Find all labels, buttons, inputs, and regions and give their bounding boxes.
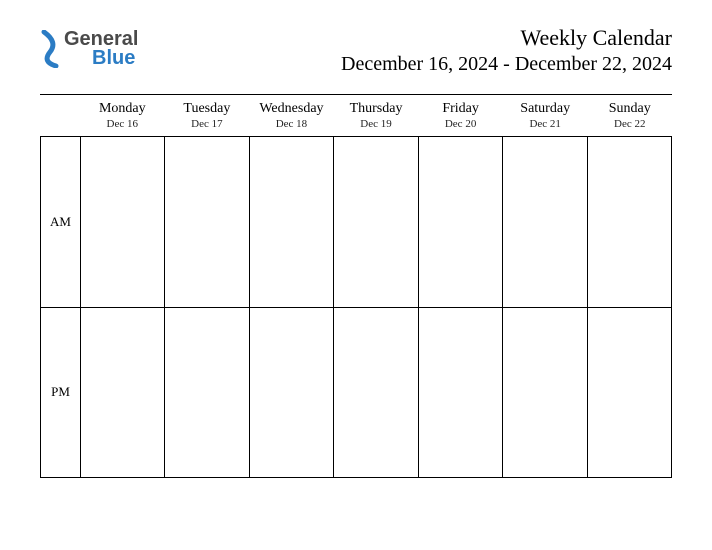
calendar-cell[interactable]	[164, 307, 248, 477]
day-header: Tuesday Dec 17	[165, 101, 250, 130]
calendar-cell[interactable]	[502, 137, 586, 307]
day-name: Thursday	[334, 101, 419, 117]
calendar-cell[interactable]	[587, 307, 671, 477]
row-label-pm: PM	[41, 307, 80, 478]
top-rule	[40, 94, 672, 95]
calendar-cell[interactable]	[164, 137, 248, 307]
calendar-cell[interactable]	[333, 307, 417, 477]
row-labels: AM PM	[40, 137, 80, 478]
day-date: Dec 19	[334, 118, 419, 130]
day-name: Monday	[80, 101, 165, 117]
day-name: Sunday	[587, 101, 672, 117]
calendar-cell[interactable]	[418, 307, 502, 477]
logo-word-blue: Blue	[64, 49, 138, 68]
logo-text: General Blue	[64, 30, 138, 68]
day-date: Dec 22	[587, 118, 672, 130]
day-header: Friday Dec 20	[418, 101, 503, 130]
day-header: Thursday Dec 19	[334, 101, 419, 130]
logo: General Blue	[40, 30, 138, 68]
row-label-am: AM	[41, 137, 80, 307]
calendar-cell[interactable]	[80, 137, 164, 307]
calendar-cell[interactable]	[249, 137, 333, 307]
calendar-cell[interactable]	[502, 307, 586, 477]
day-date: Dec 16	[80, 118, 165, 130]
day-header: Wednesday Dec 18	[249, 101, 334, 130]
day-header-row: Monday Dec 16 Tuesday Dec 17 Wednesday D…	[40, 101, 672, 130]
day-name: Wednesday	[249, 101, 334, 117]
day-header: Saturday Dec 21	[503, 101, 588, 130]
day-name: Saturday	[503, 101, 588, 117]
day-date: Dec 21	[503, 118, 588, 130]
page-header: General Blue Weekly Calendar December 16…	[40, 25, 672, 76]
calendar-cell[interactable]	[418, 137, 502, 307]
header-titles: Weekly Calendar December 16, 2024 - Dece…	[341, 25, 672, 76]
row-label-spacer	[40, 101, 80, 130]
date-range: December 16, 2024 - December 22, 2024	[341, 53, 672, 76]
day-date: Dec 17	[165, 118, 250, 130]
logo-swoosh-icon	[40, 30, 64, 68]
day-name: Friday	[418, 101, 503, 117]
day-date: Dec 18	[249, 118, 334, 130]
day-header: Sunday Dec 22	[587, 101, 672, 130]
calendar-cell[interactable]	[587, 137, 671, 307]
day-date: Dec 20	[418, 118, 503, 130]
calendar-cell[interactable]	[333, 137, 417, 307]
day-name: Tuesday	[165, 101, 250, 117]
calendar-grid: AM PM	[40, 137, 672, 478]
day-header: Monday Dec 16	[80, 101, 165, 130]
calendar: Monday Dec 16 Tuesday Dec 17 Wednesday D…	[40, 94, 672, 478]
calendar-cells	[80, 137, 672, 478]
page-title: Weekly Calendar	[341, 25, 672, 51]
calendar-cell[interactable]	[249, 307, 333, 477]
calendar-cell[interactable]	[80, 307, 164, 477]
